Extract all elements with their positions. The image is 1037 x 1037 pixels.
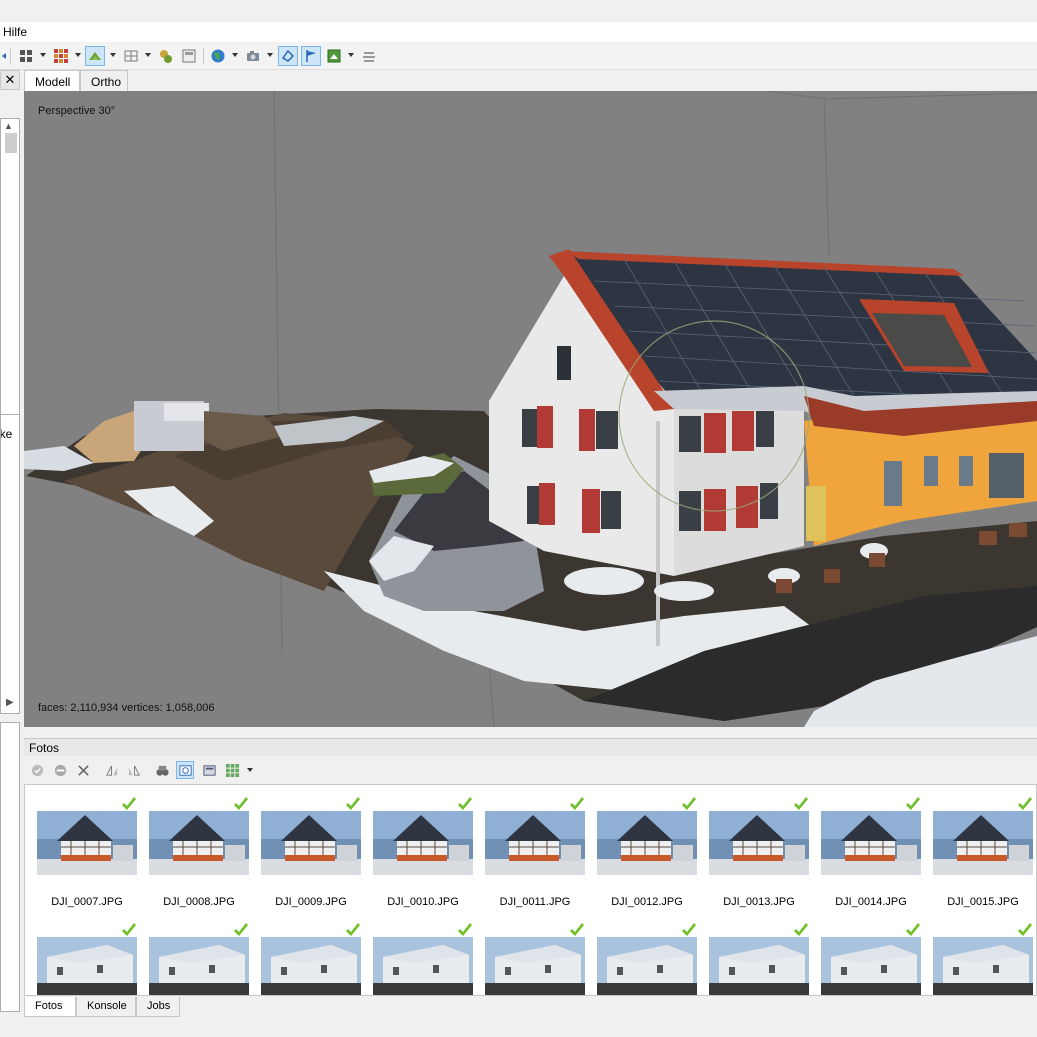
view-mode-label: Perspective 30° <box>38 105 116 117</box>
texture-icon[interactable] <box>179 46 199 66</box>
aligned-check-icon <box>681 797 697 811</box>
aligned-check-icon <box>569 797 585 811</box>
photo-thumbnail[interactable] <box>37 937 137 995</box>
photo-thumbnail[interactable] <box>485 811 585 875</box>
points-icon[interactable] <box>156 46 176 66</box>
camera-icon[interactable] <box>243 46 263 66</box>
photos-toolbar <box>24 757 1037 783</box>
photo-thumbnail[interactable] <box>373 937 473 995</box>
shape-icon[interactable] <box>278 46 298 66</box>
image-icon[interactable] <box>324 46 344 66</box>
model-viewport[interactable]: Perspective 30° faces: 2,110,934 vertice… <box>24 91 1037 727</box>
menu-bar: Hilfe <box>0 22 1037 42</box>
aligned-check-icon <box>1017 797 1033 811</box>
model-icon[interactable] <box>85 46 105 66</box>
tiles-icon[interactable] <box>51 46 71 66</box>
enable-icon[interactable] <box>28 761 46 779</box>
photo-filename: DJI_0008.JPG <box>163 896 235 908</box>
aligned-check-icon <box>457 797 473 811</box>
photo-thumbnail[interactable] <box>485 937 585 995</box>
photo-thumbnail[interactable] <box>933 811 1033 875</box>
toolbar-arrow-icon[interactable] <box>0 46 8 66</box>
camera-view-icon[interactable] <box>176 761 194 779</box>
aligned-check-icon <box>905 923 921 937</box>
tab-jobs[interactable]: Jobs <box>136 997 180 1017</box>
binoculars-icon[interactable] <box>153 761 171 779</box>
model-render <box>24 91 1037 727</box>
photo-thumbnail[interactable] <box>821 811 921 875</box>
details-icon[interactable] <box>200 761 218 779</box>
rotate-right-icon[interactable] <box>125 761 143 779</box>
scroll-up-icon[interactable]: ▲ <box>4 121 13 131</box>
aligned-check-icon <box>121 923 137 937</box>
mesh-icon[interactable] <box>121 46 141 66</box>
photo-thumbnail[interactable] <box>149 937 249 995</box>
photo-thumbnail[interactable] <box>373 811 473 875</box>
aligned-check-icon <box>345 923 361 937</box>
aligned-check-icon <box>457 923 473 937</box>
photos-panel-header: Fotos <box>24 738 1037 756</box>
tab-fotos[interactable]: Fotos <box>24 997 76 1017</box>
rotate-left-icon[interactable] <box>102 761 120 779</box>
photo-thumbnail[interactable] <box>597 937 697 995</box>
bottom-tabs: Fotos Konsole Jobs <box>24 997 1037 1017</box>
aligned-check-icon <box>1017 923 1033 937</box>
scrollbar-thumb[interactable] <box>5 133 17 153</box>
photo-thumbnail[interactable] <box>933 937 1033 995</box>
tab-ortho[interactable]: Ortho <box>80 70 128 91</box>
photo-thumbnail[interactable] <box>709 937 809 995</box>
properties-label: gke <box>0 427 13 441</box>
aligned-check-icon <box>793 797 809 811</box>
photo-thumbnail[interactable] <box>37 811 137 875</box>
photo-filename: DJI_0011.JPG <box>499 896 571 908</box>
tab-konsole[interactable]: Konsole <box>76 997 136 1017</box>
tab-modell[interactable]: Modell <box>24 70 80 91</box>
scroll-right-icon[interactable]: ▶ <box>6 697 14 708</box>
photo-thumbnail[interactable] <box>597 811 697 875</box>
view-tabs: Modell Ortho <box>24 70 1037 91</box>
aligned-check-icon <box>681 923 697 937</box>
globe-icon[interactable] <box>208 46 228 66</box>
aligned-check-icon <box>233 797 249 811</box>
photo-filename: DJI_0015.JPG <box>947 896 1019 908</box>
photos-panel-title: Fotos <box>29 741 60 755</box>
photo-thumbnail[interactable] <box>709 811 809 875</box>
menu-hilfe[interactable]: Hilfe <box>3 25 27 39</box>
grid-icon[interactable] <box>16 46 36 66</box>
flag-icon[interactable] <box>301 46 321 66</box>
photo-filename: DJI_0010.JPG <box>387 896 459 908</box>
photo-thumbnail[interactable] <box>821 937 921 995</box>
photo-thumbnail[interactable] <box>149 811 249 875</box>
aligned-check-icon <box>793 923 809 937</box>
left-panel: ✕ ▲ ▼ gke ▶ <box>0 70 21 720</box>
main-toolbar <box>0 42 1037 70</box>
properties-panel: gke ▶ <box>0 414 20 714</box>
left-lower-panel <box>0 722 20 1012</box>
aligned-check-icon <box>233 923 249 937</box>
photo-thumbnail[interactable] <box>261 811 361 875</box>
mesh-stats: faces: 2,110,934 vertices: 1,058,006 <box>38 702 215 714</box>
photo-filename: DJI_0014.JPG <box>835 896 907 908</box>
aligned-check-icon <box>345 797 361 811</box>
photo-thumbnail[interactable] <box>261 937 361 995</box>
aligned-check-icon <box>121 797 137 811</box>
remove-icon[interactable] <box>74 761 92 779</box>
photo-filename: DJI_0009.JPG <box>275 896 347 908</box>
aligned-check-icon <box>569 923 585 937</box>
disable-icon[interactable] <box>51 761 69 779</box>
layers-icon[interactable] <box>359 46 379 66</box>
photo-filename: DJI_0007.JPG <box>51 896 123 908</box>
close-icon[interactable]: ✕ <box>0 70 20 90</box>
aligned-check-icon <box>905 797 921 811</box>
photo-filename: DJI_0013.JPG <box>723 896 795 908</box>
photos-grid: DJI_0007.JPG DJI_0008.JPG DJI_0009.JPG DJI_… <box>24 784 1037 996</box>
photo-filename: DJI_0012.JPG <box>611 896 683 908</box>
thumbnail-size-icon[interactable] <box>223 761 241 779</box>
